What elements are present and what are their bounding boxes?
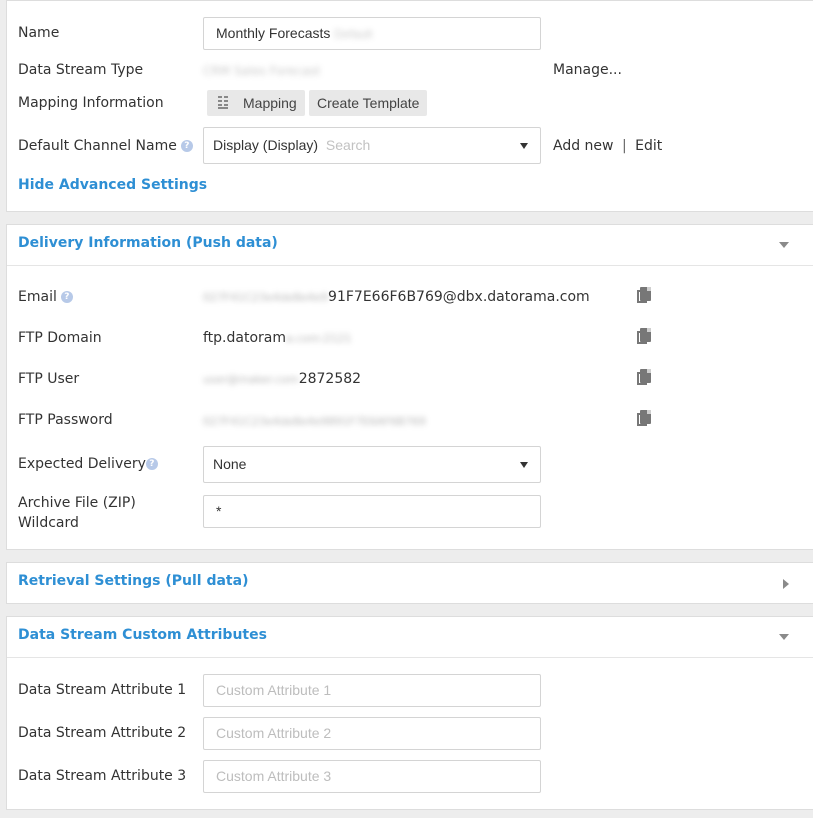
- email-redacted: 027F41C23e4de8e4e9: [203, 291, 329, 304]
- chevron-down-icon[interactable]: [779, 634, 789, 640]
- help-icon[interactable]: ?: [145, 458, 158, 470]
- attribute-3-label: Data Stream Attribute 3: [18, 768, 187, 784]
- create-template-button[interactable]: Create Template: [309, 90, 428, 116]
- ftp-user-value: user@maker.com2872582: [203, 371, 361, 387]
- manage-link[interactable]: Manage...: [553, 62, 622, 78]
- name-input[interactable]: Monthly Forecasts Default: [203, 17, 541, 50]
- retrieval-panel-title: Retrieval Settings (Pull data): [18, 573, 249, 589]
- mapping-info-label: Mapping Information: [18, 95, 164, 111]
- ftp-domain-value: ftp.datorama.com:2121: [203, 330, 351, 346]
- attribute-3-input[interactable]: Custom Attribute 3: [203, 760, 541, 793]
- expected-delivery-value: None: [213, 456, 247, 472]
- hide-advanced-settings-link[interactable]: Hide Advanced Settings: [18, 177, 207, 193]
- chevron-down-icon: [520, 143, 528, 149]
- attribute-1-input[interactable]: Custom Attribute 1: [203, 674, 541, 707]
- delivery-panel-header[interactable]: Delivery Information (Push data): [7, 225, 813, 266]
- chevron-down-icon[interactable]: [779, 242, 789, 248]
- chevron-right-icon[interactable]: [783, 579, 789, 589]
- archive-wildcard-input[interactable]: *: [203, 495, 541, 528]
- expected-delivery-label: Expected Delivery?: [18, 456, 158, 472]
- ftp-user-redacted: user@maker.com: [203, 373, 299, 386]
- chevron-down-icon: [520, 462, 528, 468]
- ftp-password-redacted: 027F41C23e4de8e4e9891F7E6AF6B769: [203, 415, 426, 428]
- default-channel-label: Default Channel Name?: [18, 138, 193, 154]
- custom-attributes-panel: Data Stream Custom Attributes Data Strea…: [6, 616, 813, 810]
- expected-delivery-label-text: Expected Delivery: [18, 456, 146, 472]
- ftp-user-label: FTP User: [18, 371, 80, 387]
- ftp-password-value: 027F41C23e4de8e4e9891F7E6AF6B769: [203, 413, 426, 429]
- delivery-panel: Delivery Information (Push data) Email? …: [6, 224, 813, 550]
- delivery-panel-title: Delivery Information (Push data): [18, 235, 278, 251]
- help-icon[interactable]: ?: [60, 291, 73, 303]
- attribute-1-label: Data Stream Attribute 1: [18, 682, 187, 698]
- default-channel-select[interactable]: Display (Display) Search: [203, 127, 541, 164]
- separator: |: [621, 138, 627, 154]
- ftp-domain-redacted: a.com:2121: [286, 332, 352, 345]
- ftp-domain-label: FTP Domain: [18, 330, 102, 346]
- grip-icon: [218, 96, 230, 109]
- email-visible: 91F7E66F6B769@dbx.datorama.com: [328, 289, 590, 305]
- copy-icon[interactable]: [637, 287, 651, 304]
- retrieval-panel-header[interactable]: Retrieval Settings (Pull data): [7, 563, 813, 603]
- attribute-2-input[interactable]: Custom Attribute 2: [203, 717, 541, 750]
- email-label: Email?: [18, 289, 73, 305]
- custom-attributes-panel-header[interactable]: Data Stream Custom Attributes: [7, 617, 813, 658]
- archive-label-line1: Archive File (ZIP): [18, 495, 136, 511]
- name-value-redacted: Default: [334, 27, 373, 41]
- edit-link[interactable]: Edit: [635, 138, 662, 154]
- copy-icon[interactable]: [637, 410, 651, 427]
- name-label: Name: [18, 25, 60, 41]
- email-label-text: Email: [18, 289, 57, 305]
- attribute-2-label: Data Stream Attribute 2: [18, 725, 187, 741]
- copy-icon[interactable]: [637, 369, 651, 386]
- expected-delivery-select[interactable]: None: [203, 446, 541, 483]
- channel-actions: Add new | Edit: [553, 138, 662, 154]
- default-channel-search-placeholder[interactable]: Search: [326, 137, 370, 153]
- archive-label-line2: Wildcard: [18, 515, 79, 531]
- ftp-user-visible: 2872582: [298, 371, 362, 387]
- name-value: Monthly Forecasts: [216, 25, 331, 41]
- ftp-password-label: FTP Password: [18, 412, 113, 428]
- help-icon[interactable]: ?: [180, 140, 193, 152]
- copy-icon[interactable]: [637, 328, 651, 345]
- custom-attributes-panel-title: Data Stream Custom Attributes: [18, 627, 267, 643]
- general-settings-panel: Name Monthly Forecasts Default Data Stre…: [6, 0, 813, 212]
- default-channel-label-text: Default Channel Name: [18, 138, 177, 154]
- mapping-button[interactable]: Mapping: [207, 90, 305, 116]
- email-value: 027F41C23e4de8e4e991F7E66F6B769@dbx.dato…: [203, 289, 590, 305]
- mapping-button-label: Mapping: [243, 95, 297, 111]
- ftp-domain-visible: ftp.datoram: [203, 330, 287, 346]
- data-stream-type-value: CRM Sales Forecast: [203, 64, 321, 78]
- default-channel-value: Display (Display): [213, 137, 319, 153]
- retrieval-panel: Retrieval Settings (Pull data): [6, 562, 813, 604]
- add-new-link[interactable]: Add new: [553, 138, 614, 154]
- data-stream-type-label: Data Stream Type: [18, 62, 144, 78]
